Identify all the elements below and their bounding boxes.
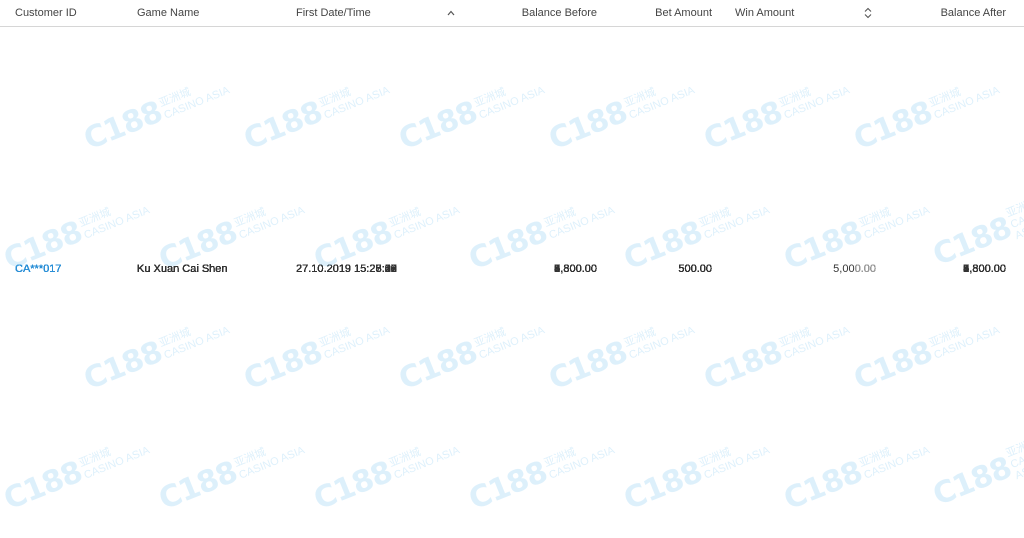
cell-bet-amount: 500.00 <box>678 263 712 275</box>
cell-customer-id[interactable]: CA***017 <box>15 0 125 538</box>
cell-balance-before: 1,800.00 <box>554 263 597 275</box>
cell-balance-after: 1,300.00 <box>963 263 1006 275</box>
cell-win-amount: 0.00 <box>854 263 876 275</box>
sort-ascending-caret-icon[interactable] <box>447 0 455 26</box>
cell-first-datetime: 27.10.2019 15:28:39 <box>296 263 397 275</box>
cell-game-name: Ku Xuan Cai Shen <box>137 263 228 275</box>
bet-history-table: Customer ID Game Name First Date/Time Ba… <box>0 0 1024 538</box>
